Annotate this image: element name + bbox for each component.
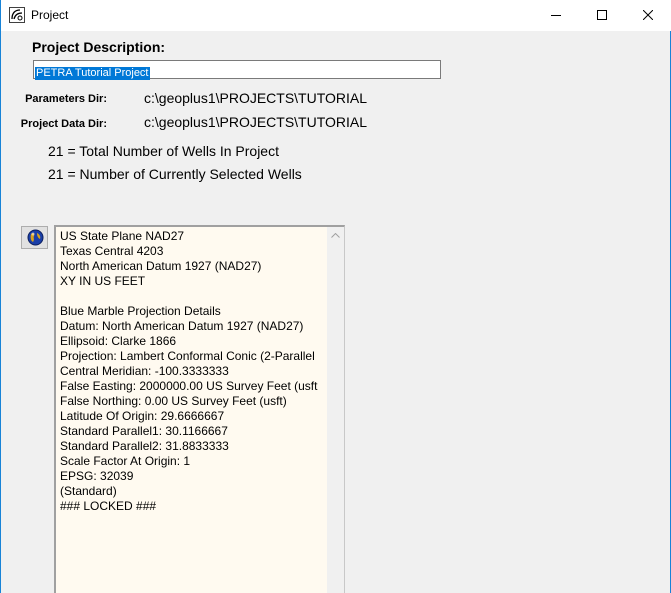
projection-line: False Northing: 0.00 US Survey Feet (usf… [60, 394, 287, 408]
project-app-icon[interactable] [9, 7, 25, 23]
project-description-label: Project Description: [32, 39, 166, 55]
projection-line: North American Datum 1927 (NAD27) [60, 259, 262, 273]
projection-line: US State Plane NAD27 [60, 229, 185, 243]
projection-line [60, 289, 330, 304]
projection-line: Scale Factor At Origin: 1 [60, 454, 191, 468]
parameters-dir-label: Parameters Dir: [25, 93, 107, 105]
total-wells-count: 21 = Total Number of Wells In Project [48, 143, 279, 159]
minimize-icon [551, 15, 561, 16]
projection-line: False Easting: 2000000.00 US Survey Feet… [60, 379, 318, 393]
parameters-dir-value: c:\geoplus1\PROJECTS\TUTORIAL [144, 90, 368, 106]
projection-line: Texas Central 4203 [60, 244, 164, 258]
projection-line: Projection: Lambert Conformal Conic (2-P… [60, 349, 315, 363]
chevron-up-icon [331, 233, 340, 238]
projection-line: Blue Marble Projection Details [60, 304, 221, 318]
window-title: Project [31, 8, 69, 22]
projection-line: (Standard) [60, 484, 117, 498]
projection-line: Latitude Of Origin: 29.6666667 [60, 409, 225, 423]
project-data-dir-label: Project Data Dir: [20, 118, 107, 130]
projection-line: Ellipsoid: Clarke 1866 [60, 334, 177, 348]
scroll-up-button[interactable] [327, 227, 344, 244]
projection-line: Standard Parallel2: 31.8833333 [60, 439, 229, 453]
projection-line: Central Meridian: -100.3333333 [60, 364, 229, 378]
projection-details-textbox[interactable]: US State Plane NAD27 Texas Central 4203 No… [54, 225, 345, 593]
minimize-button[interactable] [533, 0, 579, 31]
projection-scrollbar[interactable] [327, 227, 344, 593]
project-data-dir-value: c:\geoplus1\PROJECTS\TUTORIAL [144, 114, 368, 130]
projection-line: XY IN US FEET [60, 274, 146, 288]
project-window: Project Project Description: PETRA Tutor… [0, 0, 671, 593]
title-bar[interactable]: Project [1, 0, 671, 31]
projection-line: ### LOCKED ### [60, 499, 157, 513]
globe-icon [27, 229, 44, 246]
projection-details-text: US State Plane NAD27 Texas Central 4203 No… [60, 229, 330, 514]
close-button[interactable] [625, 0, 671, 31]
project-description-value: PETRA Tutorial Project [35, 67, 150, 80]
selected-wells-count: 21 = Number of Currently Selected Wells [48, 166, 302, 182]
projection-line: EPSG: 32039 [60, 469, 134, 483]
projection-line: Standard Parallel1: 30.1166667 [60, 424, 228, 438]
maximize-button[interactable] [579, 0, 625, 31]
project-description-input[interactable]: PETRA Tutorial Project [33, 60, 441, 80]
maximize-icon [597, 10, 607, 20]
projection-globe-button[interactable] [21, 226, 48, 249]
close-icon [643, 10, 653, 20]
projection-line: Datum: North American Datum 1927 (NAD27) [60, 319, 304, 333]
